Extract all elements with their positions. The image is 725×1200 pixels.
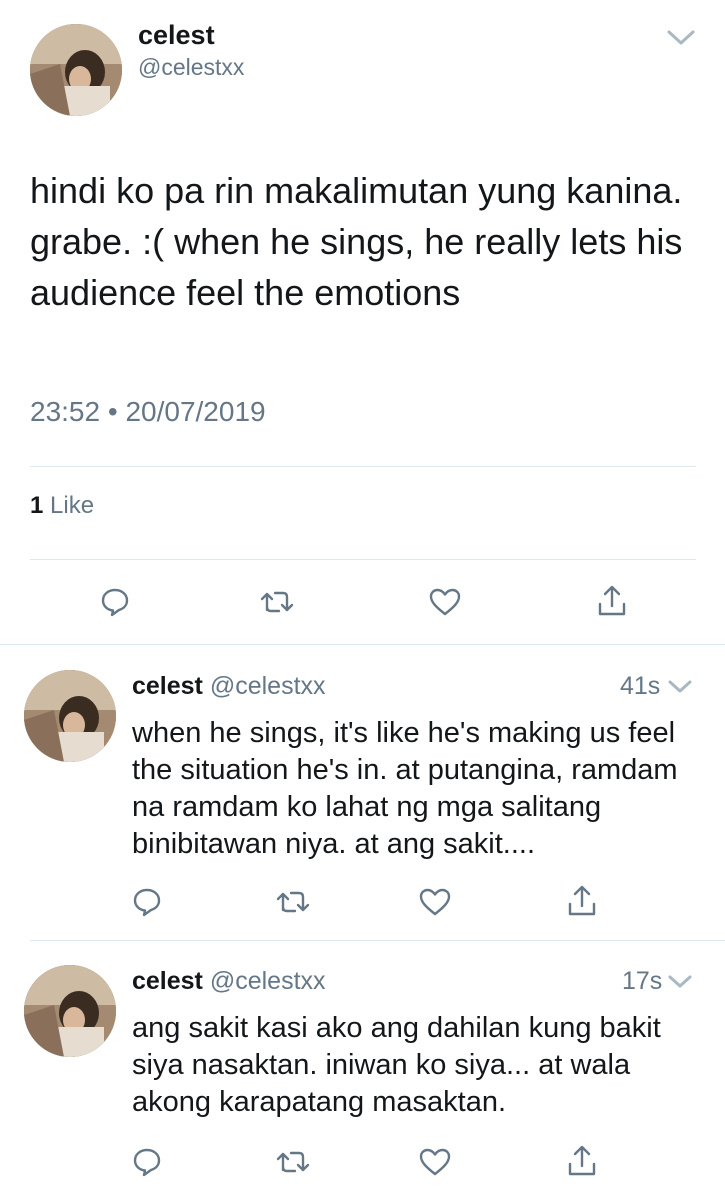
like-count-label: Like (50, 492, 95, 519)
retweet-icon[interactable] (275, 1148, 311, 1176)
avatar[interactable] (24, 670, 116, 762)
tweet-timestamp: 23:52 • 20/07/2019 (30, 396, 266, 428)
divider (0, 644, 725, 645)
tweet-text: when he sings, it's like he's making us … (132, 717, 678, 860)
share-icon[interactable] (566, 884, 598, 918)
like-icon[interactable] (418, 886, 452, 918)
reply-icon[interactable] (131, 1146, 163, 1178)
avatar[interactable] (30, 24, 122, 116)
divider (30, 559, 696, 560)
share-icon[interactable] (566, 1144, 598, 1178)
author-name[interactable]: celest (132, 967, 203, 995)
tweet-text: ang sakit kasi ako ang dahilan kung baki… (132, 1012, 661, 1118)
likes-count[interactable]: 1 Like (30, 492, 94, 520)
like-icon[interactable] (418, 1146, 452, 1178)
author-name[interactable]: celest (138, 20, 215, 51)
reply-icon[interactable] (131, 886, 163, 918)
share-icon[interactable] (596, 584, 628, 618)
reply-header: celest @celestxx (132, 967, 326, 996)
tweet-age: 41s (620, 672, 661, 700)
chevron-down-icon[interactable] (667, 973, 693, 996)
tweet-date: 20/07/2019 (125, 396, 266, 427)
reply-icon[interactable] (99, 586, 131, 618)
author-handle[interactable]: @celestxx (210, 672, 326, 700)
divider (30, 940, 725, 941)
meta-separator: • (107, 396, 118, 427)
like-count-number: 1 (30, 492, 44, 519)
author-handle[interactable]: @celestxx (210, 967, 326, 995)
reply-header: celest @celestxx (132, 672, 326, 701)
chevron-down-icon[interactable] (667, 678, 693, 701)
author-handle[interactable]: @celestxx (138, 54, 244, 81)
chevron-down-icon[interactable] (666, 28, 696, 53)
like-icon[interactable] (428, 586, 462, 618)
divider (30, 466, 696, 467)
author-name[interactable]: celest (132, 672, 203, 700)
tweet-age: 17s (622, 967, 663, 995)
avatar[interactable] (24, 965, 116, 1057)
tweet-text: hindi ko pa rin makalimutan yung kanina.… (30, 170, 683, 313)
retweet-icon[interactable] (275, 888, 311, 916)
retweet-icon[interactable] (259, 588, 295, 616)
tweet-time: 23:52 (30, 396, 101, 427)
